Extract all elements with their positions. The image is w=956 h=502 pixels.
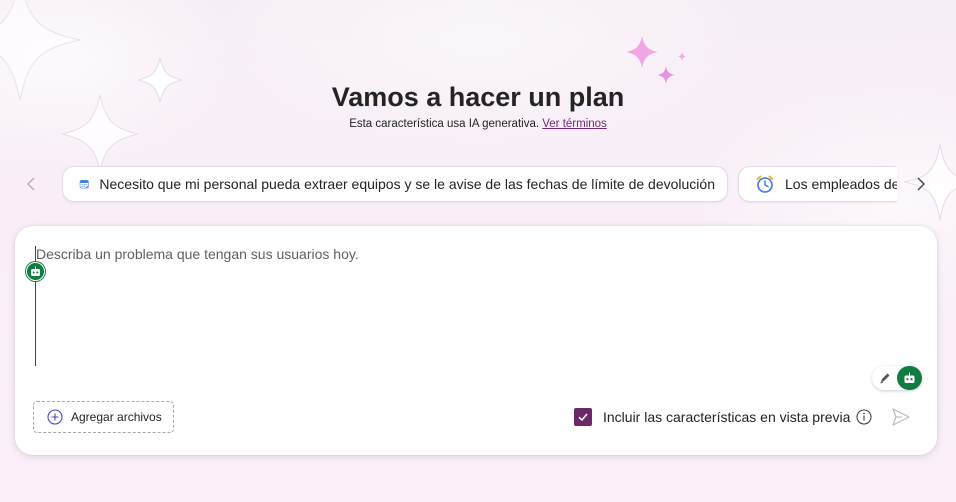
checkmark-icon [578, 413, 588, 422]
prompt-input[interactable] [35, 246, 895, 366]
send-icon[interactable] [890, 406, 912, 428]
suggestion-text: Necesito que mi personal pueda extraer e… [99, 176, 715, 192]
suggestion-text: Los empleados de [785, 176, 897, 192]
pen-icon [879, 373, 889, 384]
copilot-bot-icon [904, 372, 915, 383]
add-circle-icon [47, 409, 63, 425]
subtitle-text: Esta característica usa IA generativa. [349, 118, 540, 130]
carousel-previous-button[interactable] [19, 172, 43, 196]
info-icon[interactable] [855, 408, 873, 426]
prompt-card: Agregar archivos Incluir las característ… [15, 226, 937, 455]
add-files-button[interactable]: Agregar archivos [33, 401, 174, 433]
page-title: Vamos a hacer un plan [331, 82, 625, 112]
copilot-bot-icon [31, 266, 40, 276]
copilot-indicator [26, 262, 45, 281]
add-files-label: Agregar archivos [71, 410, 162, 424]
chevron-left-icon [27, 177, 35, 191]
preview-features-checkbox[interactable] [574, 408, 592, 426]
alarm-clock-icon [756, 175, 774, 193]
chevron-right-icon [917, 177, 925, 191]
copilot-button[interactable] [897, 366, 922, 390]
calendar-icon [79, 180, 89, 189]
terms-link[interactable]: Ver términos [542, 118, 607, 130]
suggestion-chip-employees[interactable]: Los empleados de [738, 166, 897, 202]
suggestion-chip-equipment[interactable]: Necesito que mi personal pueda extraer e… [62, 166, 728, 202]
page-subtitle: Esta característica usa IA generativa. V… [0, 118, 956, 130]
input-tools [872, 366, 922, 390]
edit-button[interactable] [872, 366, 897, 390]
carousel-next-button[interactable] [909, 172, 933, 196]
suggestion-carousel: Necesito que mi personal pueda extraer e… [62, 164, 897, 204]
preview-features-label: Incluir las características en vista pre… [603, 409, 851, 425]
